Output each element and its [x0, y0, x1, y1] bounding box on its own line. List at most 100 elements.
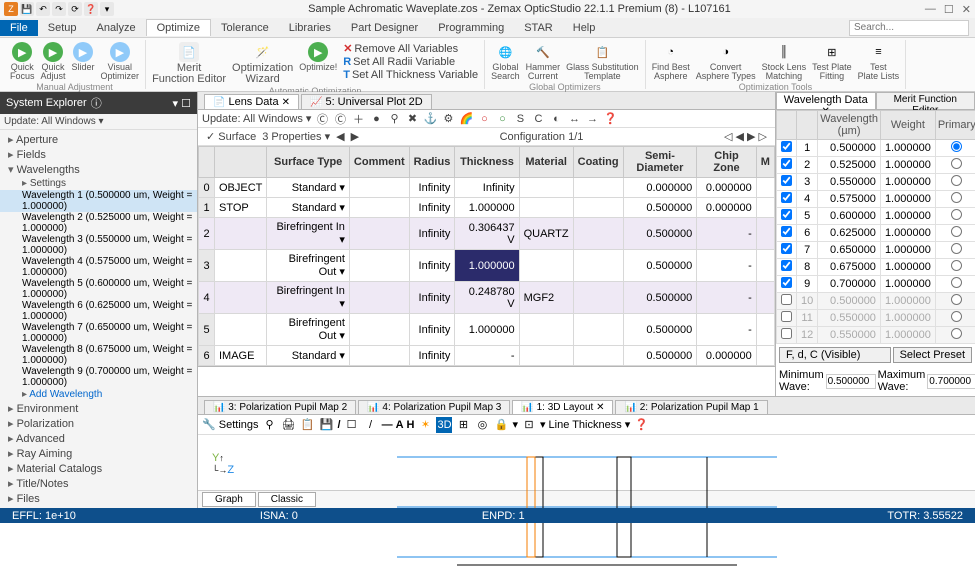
- ribbon-item[interactable]: ║Stock LensMatching: [762, 42, 807, 81]
- table-row[interactable]: 5Birefringent Out ▾Infinity1.0000000.500…: [199, 314, 775, 346]
- ribbon-Adjust[interactable]: ▶QuickAdjust: [41, 42, 66, 81]
- wl-row[interactable]: 80.6750001.000000: [777, 259, 975, 276]
- help-icon[interactable]: ❓: [633, 417, 649, 433]
- qat-icon[interactable]: ⟳: [68, 2, 82, 16]
- tb-icon[interactable]: ↔: [567, 112, 581, 126]
- merit-editor-button[interactable]: 📄MeritFunction Editor: [152, 42, 226, 85]
- tb-icon[interactable]: ✶: [417, 417, 433, 433]
- ribbon-Optimizer[interactable]: ▶VisualOptimizer: [101, 42, 140, 81]
- tree-node[interactable]: Title/Notes: [0, 476, 197, 491]
- wl-row[interactable]: 110.5500001.000000: [777, 310, 975, 327]
- maximize-icon[interactable]: ☐: [944, 3, 954, 16]
- graph-tab[interactable]: Graph: [202, 492, 256, 507]
- menu-prog[interactable]: Programming: [428, 20, 514, 36]
- nav-right-icon[interactable]: ▶: [351, 130, 359, 143]
- plot-tab[interactable]: 📊 2: Polarization Pupil Map 1: [615, 400, 767, 414]
- tree-wl[interactable]: Wavelength 8 (0.675000 um, Weight = 1.00…: [0, 344, 197, 366]
- min-wave-input[interactable]: [826, 374, 876, 389]
- save-icon[interactable]: 💾: [20, 2, 34, 16]
- collapse-icon[interactable]: ▾ ☐: [173, 97, 191, 110]
- wl-row[interactable]: 40.5750001.000000: [777, 191, 975, 208]
- ribbon-Slider[interactable]: ▶Slider: [72, 42, 95, 72]
- tb-icon[interactable]: ○: [477, 112, 491, 126]
- tree-wl[interactable]: Wavelength 7 (0.650000 um, Weight = 1.00…: [0, 322, 197, 344]
- tab-mf-editor[interactable]: Merit Function Editor: [876, 92, 975, 109]
- qat-dd[interactable]: ▾: [100, 2, 114, 16]
- tb-icon[interactable]: C: [531, 112, 545, 126]
- menu-help[interactable]: Help: [563, 20, 606, 36]
- lock-icon[interactable]: 🔒: [493, 417, 509, 433]
- tree-node[interactable]: Settings: [0, 177, 197, 190]
- qat-icon2[interactable]: ❓: [84, 2, 98, 16]
- remove-vars-button[interactable]: ✕Remove All Variables: [343, 42, 478, 55]
- opt-wizard-button[interactable]: 🪄OptimizationWizard: [232, 42, 293, 85]
- wl-row[interactable]: 60.6250001.000000: [777, 225, 975, 242]
- wl-row[interactable]: 120.5500001.000000: [777, 327, 975, 344]
- tb-icon[interactable]: 📋: [300, 417, 316, 433]
- menu-file[interactable]: File: [0, 20, 38, 36]
- tb-icon[interactable]: 💾: [319, 417, 335, 433]
- tree-wl[interactable]: Wavelength 3 (0.550000 um, Weight = 1.00…: [0, 234, 197, 256]
- tree-wl[interactable]: Wavelength 6 (0.625000 um, Weight = 1.00…: [0, 300, 197, 322]
- tree-node[interactable]: Advanced: [0, 431, 197, 446]
- update-dropdown[interactable]: Update: All Windows ▾: [0, 114, 197, 130]
- cfg-nav[interactable]: ◁ ◀ ▶ ▷: [724, 130, 767, 143]
- table-row[interactable]: 2Birefringent In ▾Infinity0.306437 VQUAR…: [199, 218, 775, 250]
- ribbon-item[interactable]: ◑ConvertAsphere Types: [696, 42, 756, 81]
- tb-icon[interactable]: ⚲: [262, 417, 278, 433]
- tab-lens-data[interactable]: 📄 Lens Data ✕: [204, 94, 299, 109]
- tree-wl[interactable]: Wavelength 1 (0.500000 um, Weight = 1.00…: [0, 190, 197, 212]
- tb-icon[interactable]: ☐: [344, 417, 360, 433]
- wavelength-table[interactable]: Wavelength (µm)WeightPrimary10.5000001.0…: [776, 110, 975, 344]
- tree-node[interactable]: Polarization: [0, 416, 197, 431]
- menu-setup[interactable]: Setup: [38, 20, 87, 36]
- ribbon-item[interactable]: 🔨HammerCurrent: [526, 42, 561, 81]
- line-thick-dd[interactable]: Line Thickness ▾: [549, 418, 631, 431]
- tree-wl[interactable]: Wavelength 9 (0.700000 um, Weight = 1.00…: [0, 366, 197, 388]
- close-icon[interactable]: ✕: [962, 3, 971, 16]
- max-wave-input[interactable]: [927, 374, 975, 389]
- tb-icon[interactable]: Ⓒ: [315, 112, 329, 126]
- surf-props-dd[interactable]: 3 Properties ▾: [262, 130, 330, 143]
- tb-icon[interactable]: →: [585, 112, 599, 126]
- table-row[interactable]: 6IMAGEStandard ▾Infinity-0.5000000.00000…: [199, 346, 775, 366]
- tb-icon[interactable]: 🌈: [459, 112, 473, 126]
- tab-universal-plot[interactable]: 📈 5: Universal Plot 2D: [301, 94, 432, 109]
- plot-tab[interactable]: 📊 4: Polarization Pupil Map 3: [358, 400, 510, 414]
- ribbon-item[interactable]: ≡TestPlate Lists: [858, 42, 900, 81]
- tb-icon[interactable]: ◎: [474, 417, 490, 433]
- settings-button[interactable]: Settings: [219, 419, 259, 431]
- ribbon-item[interactable]: 📋Glass SubstitutionTemplate: [566, 42, 639, 81]
- table-row[interactable]: 1STOPStandard ▾Infinity1.0000000.5000000…: [199, 198, 775, 218]
- tb-icon[interactable]: ⚲: [387, 112, 401, 126]
- set-thick-button[interactable]: TSet All Thickness Variable: [343, 69, 478, 81]
- wl-row[interactable]: 10.5000001.000000: [777, 140, 975, 157]
- search-input[interactable]: [849, 20, 969, 36]
- update-dd[interactable]: Update: All Windows ▾: [202, 112, 311, 125]
- tree-node[interactable]: Wavelengths: [0, 162, 197, 177]
- ribbon-item[interactable]: ⊞Test PlateFitting: [812, 42, 852, 81]
- tree-wl[interactable]: Wavelength 2 (0.525000 um, Weight = 1.00…: [0, 212, 197, 234]
- nav-left-icon[interactable]: ◀: [336, 130, 344, 143]
- bullet-icon[interactable]: ●: [369, 112, 383, 126]
- wl-row[interactable]: 20.5250001.000000: [777, 157, 975, 174]
- plus-icon[interactable]: ＋: [351, 112, 365, 126]
- wl-row[interactable]: 70.6500001.000000: [777, 242, 975, 259]
- tb-icon[interactable]: 3D: [436, 417, 452, 433]
- tree-wl[interactable]: Wavelength 5 (0.600000 um, Weight = 1.00…: [0, 278, 197, 300]
- menu-tolerance[interactable]: Tolerance: [211, 20, 279, 36]
- menu-libraries[interactable]: Libraries: [279, 20, 341, 36]
- tree-node[interactable]: Aperture: [0, 132, 197, 147]
- menu-part[interactable]: Part Designer: [341, 20, 428, 36]
- menu-analyze[interactable]: Analyze: [86, 20, 145, 36]
- tb-icon[interactable]: Ⓒ: [333, 112, 347, 126]
- select-preset-button[interactable]: Select Preset: [893, 347, 972, 363]
- tb-icon[interactable]: ⚙: [441, 112, 455, 126]
- tb-icon[interactable]: /: [363, 417, 379, 433]
- tree-node[interactable]: Material Catalogs: [0, 461, 197, 476]
- table-row[interactable]: 4Birefringent In ▾Infinity0.248780 VMGF2…: [199, 282, 775, 314]
- wl-row[interactable]: 90.7000001.000000: [777, 276, 975, 293]
- menu-optimize[interactable]: Optimize: [146, 19, 211, 36]
- ribbon-Focus[interactable]: ▶QuickFocus: [10, 42, 35, 81]
- tree-wl[interactable]: Wavelength 4 (0.575000 um, Weight = 1.00…: [0, 256, 197, 278]
